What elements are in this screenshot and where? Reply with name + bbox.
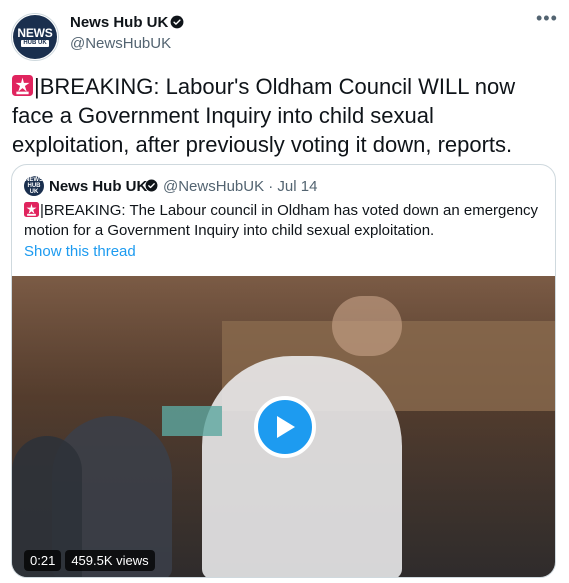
more-dots-icon[interactable]: ••• — [536, 8, 558, 29]
avatar-text-bottom: HUB UK — [21, 39, 49, 47]
tweet-body: |BREAKING: Labour's Oldham Council WILL … — [12, 74, 516, 157]
show-thread-link[interactable]: Show this thread — [24, 243, 136, 260]
siren-emoji-icon — [24, 202, 39, 217]
quoted-author-avatar: NEWS HUB UK — [24, 176, 44, 196]
play-button[interactable] — [254, 396, 316, 458]
author-name[interactable]: News Hub UK — [70, 14, 168, 31]
verified-icon — [145, 179, 158, 192]
quoted-tweet-text: |BREAKING: The Labour council in Oldham … — [24, 201, 542, 241]
video-player[interactable]: 0:21 459.5K views — [12, 276, 555, 577]
play-icon — [277, 416, 295, 438]
quoted-avatar-text: NEWS HUB UK — [25, 177, 43, 195]
quoted-author-name: News Hub UK — [49, 178, 148, 195]
author-avatar[interactable]: NEWS HUB UK — [11, 13, 59, 61]
quoted-tweet-body: |BREAKING: The Labour council in Oldham … — [24, 202, 539, 239]
video-scene-person — [202, 356, 402, 577]
avatar-text-top: NEWS — [17, 25, 53, 40]
verified-icon — [170, 15, 184, 29]
video-duration: 0:21 — [24, 550, 62, 571]
video-scene-object — [162, 406, 222, 436]
video-scene-person — [332, 296, 402, 356]
avatar-logo: NEWS HUB UK — [13, 15, 57, 59]
tweet-text: |BREAKING: Labour's Oldham Council WILL … — [12, 72, 557, 159]
siren-emoji-icon — [12, 75, 33, 96]
video-meta: 0:21 459.5K views — [24, 550, 155, 571]
author-handle[interactable]: @NewsHubUK — [70, 35, 171, 52]
video-views: 459.5K views — [65, 550, 155, 571]
quoted-handle-date: @NewsHubUK · Jul 14 — [163, 178, 318, 195]
quoted-tweet-card[interactable]: NEWS HUB UK News Hub UK @NewsHubUK · Jul… — [11, 164, 556, 578]
